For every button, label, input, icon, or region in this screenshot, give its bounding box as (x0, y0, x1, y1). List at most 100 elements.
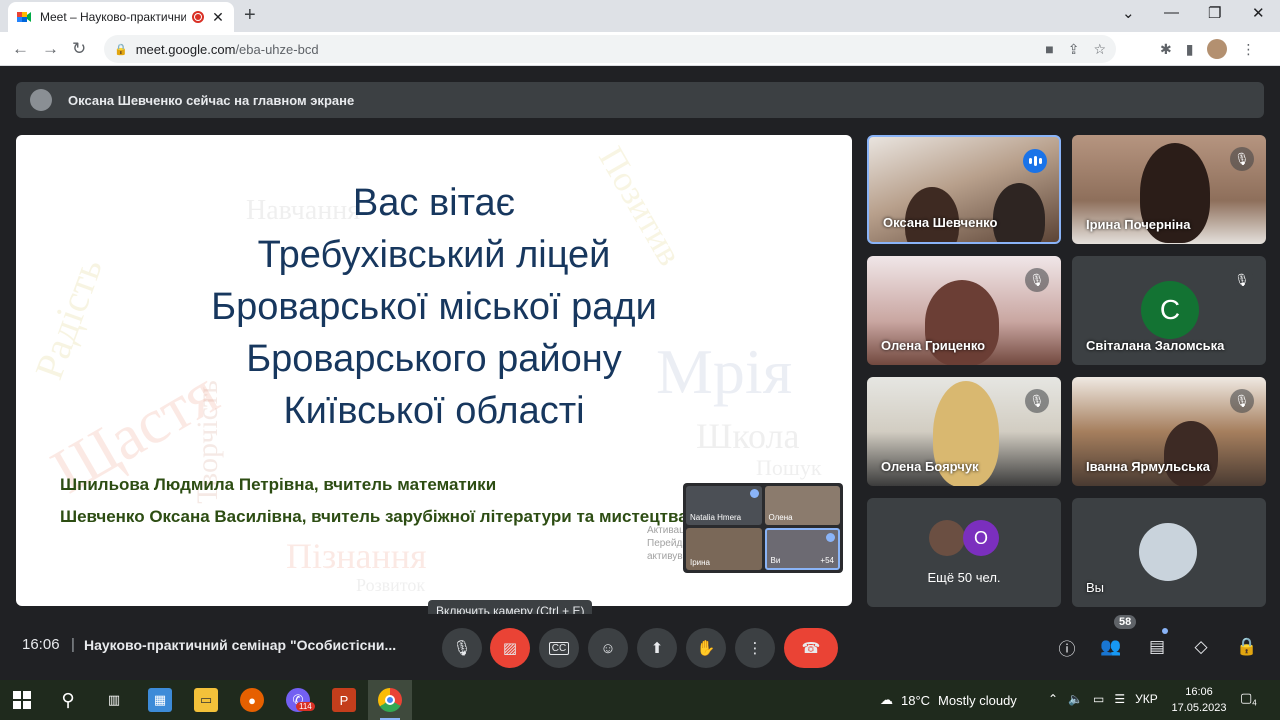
mini-tile: Ви +54 (764, 527, 840, 570)
participant-name: Олена Гриценко (881, 338, 986, 353)
participant-avatar (929, 520, 965, 556)
reload-icon[interactable]: ↻ (72, 39, 86, 59)
bookmark-star-icon[interactable]: ☆ (1093, 41, 1106, 58)
search-icon[interactable]: ⚲ (56, 688, 80, 712)
firefox-icon[interactable]: ● (240, 688, 264, 712)
speaker-icon[interactable]: 🔈 (1068, 692, 1083, 706)
slide-title-line: Требухівський ліцей (257, 234, 611, 276)
chrome-menu-icon[interactable]: ⋮ (1241, 41, 1255, 58)
participant-name: Світалана Заломська (1086, 338, 1225, 353)
captions-icon: CC (548, 641, 570, 655)
extensions-puzzle-icon[interactable]: ✱ (1160, 41, 1172, 58)
participant-tile[interactable]: Оксана Шевченко (867, 135, 1061, 244)
network-icon[interactable]: ☰ (1114, 692, 1125, 706)
minimize-icon[interactable]: — (1164, 4, 1179, 21)
windows-taskbar: ⚲ ▥ ▦ ▭ ● ✆ 114 P ☁ 18°C Mostly cloudy ⌃… (0, 680, 1280, 720)
language-indicator[interactable]: УКР (1135, 692, 1158, 706)
activities-icon[interactable]: ◇ (1188, 634, 1214, 660)
address-bar[interactable]: 🔒 meet.google.com/eba-uhze-bcd ■ ⇪ ☆ (104, 35, 1116, 63)
participant-tile[interactable]: 🎙 Олена Гриценко (867, 256, 1061, 365)
window-close-icon[interactable]: ✕ (1252, 4, 1265, 22)
powerpoint-icon[interactable]: P (332, 688, 356, 712)
slide-author-2: Шевченко Оксана Василівна, вчитель заруб… (60, 507, 688, 526)
slide-title-line: Київської області (283, 390, 585, 432)
chat-icon[interactable]: ▤ (1144, 634, 1170, 660)
chevron-up-icon[interactable]: ⌃ (1048, 692, 1058, 706)
mini-tile: Ірина (686, 527, 762, 570)
url-path: /eba-uhze-bcd (235, 41, 319, 57)
participant-tile-others[interactable]: О Ещё 50 чел. (867, 498, 1061, 607)
browser-tab-meet[interactable]: Meet – Науково-практичний ✕ (8, 2, 234, 32)
host-controls-icon[interactable]: 🔒 (1234, 634, 1260, 660)
chrome-icon[interactable] (378, 688, 402, 712)
participant-tile[interactable]: С 🎙 Світалана Заломська (1072, 256, 1266, 365)
maximize-icon[interactable]: ❐ (1208, 4, 1221, 22)
participant-name: Оксана Шевченко (883, 215, 998, 230)
microphone-button[interactable]: 🎙 (442, 628, 482, 668)
weather-widget[interactable]: ☁ 18°C Mostly cloudy (880, 692, 1017, 708)
participant-avatar: О (963, 520, 999, 556)
more-options-button[interactable]: ⋮ (735, 628, 775, 668)
meeting-clock: 16:06 (22, 636, 60, 653)
profile-avatar[interactable] (1207, 39, 1228, 59)
back-arrow-icon[interactable]: ← (12, 39, 29, 59)
share-icon[interactable]: ⇪ (1068, 41, 1080, 58)
participant-avatar: С (1141, 281, 1199, 339)
hand-icon: ✋ (696, 640, 716, 657)
mic-off-icon: 🎙 (1230, 389, 1254, 413)
participant-tile[interactable]: 🎙 Іванна Ярмульська (1072, 377, 1266, 486)
lock-icon: 🔒 (114, 43, 128, 56)
slide-title-line: Броварської міської ради (211, 286, 657, 328)
self-avatar (1139, 523, 1197, 581)
tab-search-icon[interactable]: ⌄ (1122, 4, 1135, 22)
file-explorer-icon[interactable]: ▭ (194, 688, 218, 712)
recording-indicator-icon (192, 11, 204, 23)
participant-name: Ірина Почерніна (1086, 217, 1191, 232)
tab-close-icon[interactable]: ✕ (210, 9, 226, 26)
word-cloud-word: Пізнання (286, 536, 427, 576)
task-view-icon[interactable]: ▥ (102, 688, 126, 712)
forward-arrow-icon[interactable]: → (42, 39, 59, 59)
more-options-icon (826, 532, 835, 542)
self-tile[interactable]: Вы (1072, 498, 1266, 607)
word-cloud-word: Розвиток (356, 575, 426, 595)
present-button[interactable]: ⬆ (637, 628, 677, 668)
self-label: Вы (1086, 580, 1105, 595)
new-tab-button[interactable]: + (244, 4, 256, 27)
notifications-icon[interactable]: ▢4 (1240, 690, 1257, 708)
more-options-icon (749, 489, 759, 498)
meeting-info-icon[interactable]: ⓘ (1054, 634, 1080, 660)
participant-count-badge: 58 (1114, 615, 1137, 629)
cloud-icon: ☁ (880, 692, 893, 707)
more-participants-label: Ещё 50 чел. (927, 570, 1001, 585)
taskbar-time: 16:06 (1185, 686, 1213, 698)
speaking-indicator-icon (1023, 149, 1047, 173)
meet-control-bar: 16:06 | Науково-практичний семінар "Особ… (0, 614, 1280, 680)
tab-title: Meet – Науково-практичний (40, 10, 186, 24)
participant-name: Іванна Ярмульська (1086, 459, 1211, 474)
raise-hand-button[interactable]: ✋ (686, 628, 726, 668)
battery-icon[interactable]: ▭ (1093, 692, 1104, 706)
people-icon[interactable]: 👥 (1098, 634, 1124, 660)
browser-toolbar: ← → ↻ 🔒 meet.google.com/eba-uhze-bcd ■ ⇪… (0, 32, 1280, 66)
system-tray: ⌃ 🔈 ▭ ☰ УКР (1048, 692, 1158, 706)
store-icon[interactable]: ▦ (148, 688, 172, 712)
taskbar-date: 17.05.2023 (1171, 702, 1227, 714)
reactions-button[interactable]: ☺ (588, 628, 628, 668)
divider: | (71, 636, 75, 653)
side-panel-icon[interactable]: ▮ (1186, 41, 1194, 58)
mini-tile: Natalia Hmera (686, 486, 762, 525)
leave-call-button[interactable]: ☎ (784, 628, 838, 668)
windows-start-icon[interactable] (10, 688, 34, 712)
more-vert-icon: ⋮ (747, 640, 763, 657)
participant-tile[interactable]: 🎙 Ірина Почерніна (1072, 135, 1266, 244)
viber-badge: 114 (296, 702, 315, 711)
camera-toggle-button[interactable]: ▨ (490, 628, 530, 668)
presenter-banner: Оксана Шевченко сейчас на главном экране (16, 82, 1264, 118)
participant-tile[interactable]: 🎙 Олена Боярчук (867, 377, 1061, 486)
mic-off-icon: 🎙 (1230, 147, 1254, 171)
camera-in-use-icon[interactable]: ■ (1045, 41, 1053, 58)
captions-button[interactable]: CC (539, 628, 579, 668)
mic-off-icon: 🎙 (1025, 389, 1049, 413)
taskbar-clock[interactable]: 16:06 17.05.2023 (1170, 684, 1228, 716)
